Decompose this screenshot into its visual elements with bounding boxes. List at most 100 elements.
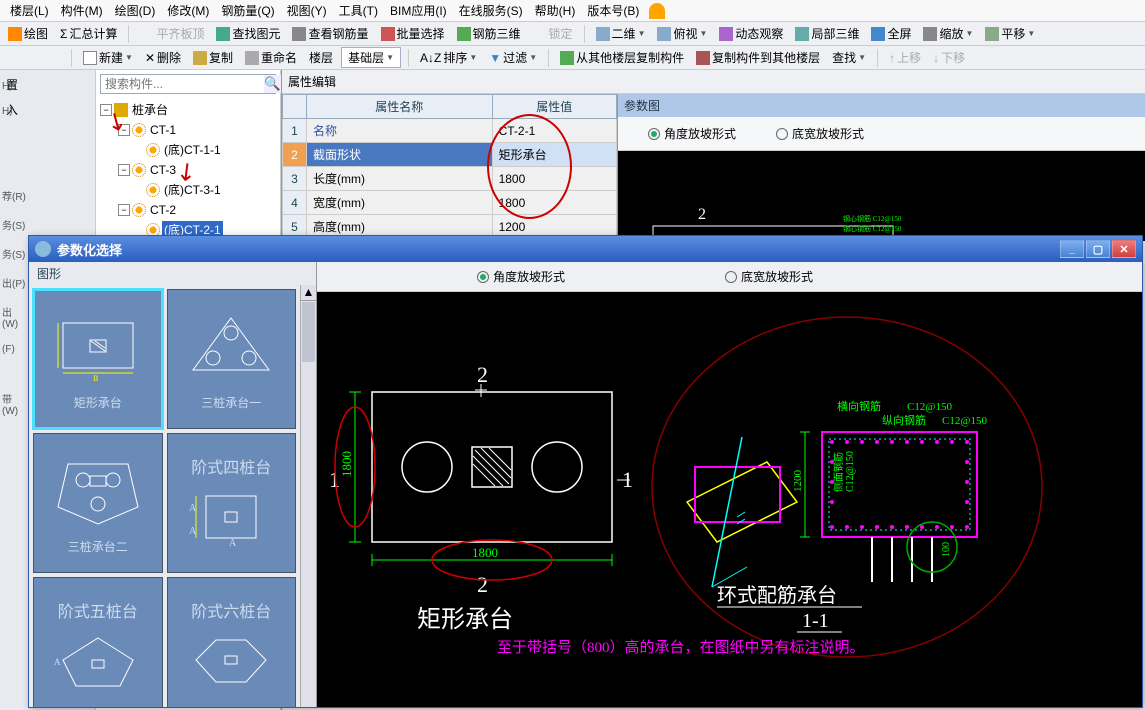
- menu-floor[interactable]: 楼层(L): [4, 0, 55, 21]
- svg-text:纵向钢筋: 纵向钢筋: [882, 413, 926, 427]
- pan-button[interactable]: 平移 ▼: [981, 23, 1039, 44]
- shape-tile-tri1[interactable]: 三桩承台一: [167, 289, 297, 429]
- base-floor-dropdown[interactable]: 基础层 ▼: [341, 47, 401, 68]
- rebar-3d-button[interactable]: 钢筋三维: [453, 23, 525, 44]
- menu-draw[interactable]: 绘图(D): [109, 0, 162, 21]
- preview-radio-bottom[interactable]: 底宽放坡形式: [725, 268, 813, 285]
- collapse-icon[interactable]: −: [118, 164, 130, 176]
- collapse-icon[interactable]: −: [118, 124, 130, 136]
- dialog-titlebar[interactable]: 参数化选择 _ ▢ ✕: [29, 236, 1142, 262]
- side-tab-4[interactable]: 务(S): [0, 240, 28, 267]
- table-row[interactable]: 4 宽度(mm) 1800: [283, 191, 617, 215]
- menu-version[interactable]: 版本号(B): [581, 0, 645, 21]
- summary-button[interactable]: Σ 汇总计算: [56, 23, 121, 44]
- flat-top-button[interactable]: 平齐板顶: [136, 23, 208, 44]
- menu-view[interactable]: 视图(Y): [281, 0, 333, 21]
- zoom-button[interactable]: 缩放 ▼: [919, 23, 977, 44]
- gear-icon: [132, 123, 146, 137]
- param-viewport[interactable]: 2 钢心钢筋 C12@150 钢心钢筋 C12@150: [618, 151, 1145, 241]
- gear-icon: [132, 163, 146, 177]
- tree-root[interactable]: − 桩承台: [100, 100, 276, 120]
- menu-bim[interactable]: BIM应用(I): [384, 0, 453, 21]
- menu-help[interactable]: 帮助(H): [529, 0, 582, 21]
- preview-radio-angle[interactable]: 角度放坡形式: [477, 268, 565, 285]
- find-button[interactable]: 查找 ▼: [828, 47, 870, 68]
- local-3d-button[interactable]: 局部三维: [791, 23, 863, 44]
- gear-icon: [132, 203, 146, 217]
- gear-icon: [146, 183, 160, 197]
- copy-to-other-button[interactable]: 复制构件到其他楼层: [692, 47, 824, 68]
- tree-ct2[interactable]: − CT-2: [100, 200, 276, 220]
- gallery-scrollbar[interactable]: ▲: [300, 285, 316, 707]
- shape-tile-step5[interactable]: 阶式五桩台 A: [33, 577, 163, 707]
- toolbar1: 绘图 Σ 汇总计算 平齐板顶 查找图元 查看钢筋量 批量选择 钢筋三维 锁定 二…: [0, 22, 1145, 46]
- radio-bottom-width-slope[interactable]: 底宽放坡形式: [776, 125, 864, 142]
- fullscreen-button[interactable]: 全屏: [867, 23, 915, 44]
- 2d-dropdown[interactable]: 二维 ▼: [592, 23, 650, 44]
- worker-icon[interactable]: [649, 3, 665, 19]
- move-up-button[interactable]: ↑ 上移: [885, 47, 925, 68]
- svg-text:B: B: [93, 374, 98, 383]
- preview-canvas[interactable]: 2 2 1 1 1800 1800 矩形承台: [317, 292, 1142, 707]
- maximize-button[interactable]: ▢: [1086, 240, 1110, 258]
- tree-ct3[interactable]: − CT-3: [100, 160, 276, 180]
- shape-tile-rect[interactable]: B 矩形承台: [33, 289, 163, 429]
- side-tab-3[interactable]: 务(S): [0, 211, 28, 238]
- svg-text:A: A: [229, 538, 237, 546]
- delete-button[interactable]: ✕ 删除: [141, 47, 185, 68]
- svg-text:2: 2: [477, 362, 488, 387]
- find-elem-button[interactable]: 查找图元: [212, 23, 284, 44]
- dynamic-observe-button[interactable]: 动态观察: [715, 23, 787, 44]
- menu-modify[interactable]: 修改(M): [161, 0, 215, 21]
- shape-tile-step4[interactable]: 阶式四桩台 A A A: [167, 433, 297, 573]
- shape-tile-tri2[interactable]: 三桩承台二: [33, 433, 163, 573]
- table-row[interactable]: 1 名称 CT-2-1: [283, 119, 617, 143]
- batch-select-button[interactable]: 批量选择: [377, 23, 449, 44]
- table-row-selected[interactable]: 2 截面形状 矩形承台: [283, 143, 617, 167]
- tree-ct1[interactable]: − CT-1: [100, 120, 276, 140]
- side-tab-6[interactable]: 出(W): [0, 298, 28, 336]
- svg-text:1200: 1200: [792, 470, 804, 493]
- search-input[interactable]: [101, 75, 264, 93]
- tree-ct3-child[interactable]: (底)CT-3-1: [100, 180, 276, 200]
- radio-angle-slope[interactable]: 角度放坡形式: [648, 125, 736, 142]
- view-rebar-button[interactable]: 查看钢筋量: [288, 23, 372, 44]
- svg-text:C12@150: C12@150: [942, 415, 987, 427]
- move-down-button[interactable]: ↓ 下移: [929, 47, 969, 68]
- copy-button[interactable]: 复制: [189, 47, 237, 68]
- side-tab-7[interactable]: (F): [0, 338, 28, 361]
- close-button[interactable]: ✕: [1112, 240, 1136, 258]
- menu-tool[interactable]: 工具(T): [333, 0, 384, 21]
- perspective-button[interactable]: 俯视 ▼: [653, 23, 711, 44]
- sort-button[interactable]: A↓Z 排序 ▼: [416, 47, 481, 68]
- side-tab-5[interactable]: 出(P): [0, 269, 28, 296]
- shape-tile-step6[interactable]: 阶式六桩台: [167, 577, 297, 707]
- table-row[interactable]: 3 长度(mm) 1800: [283, 167, 617, 191]
- svg-text:横向钢筋: 横向钢筋: [837, 399, 881, 413]
- menu-component[interactable]: 构件(M): [55, 0, 109, 21]
- side-tab-0[interactable]: H): [0, 75, 28, 98]
- svg-text:1800: 1800: [339, 451, 354, 477]
- lock-button[interactable]: 锁定: [529, 23, 577, 44]
- menu-rebar[interactable]: 钢筋量(Q): [215, 0, 280, 21]
- search-button[interactable]: 🔍: [264, 75, 281, 93]
- side-tab-8[interactable]: 带(W): [0, 385, 28, 423]
- copy-from-other-button[interactable]: 从其他楼层复制构件: [556, 47, 688, 68]
- side-tab-2[interactable]: 荐(R): [0, 182, 28, 209]
- menu-online[interactable]: 在线服务(S): [453, 0, 529, 21]
- menubar: 楼层(L) 构件(M) 绘图(D) 修改(M) 钢筋量(Q) 视图(Y) 工具(…: [0, 0, 1145, 22]
- filter-button[interactable]: ▼ 过滤 ▼: [485, 47, 541, 68]
- preview-area: 角度放坡形式 底宽放坡形式 2 2 1: [317, 262, 1142, 707]
- collapse-icon[interactable]: −: [100, 104, 112, 116]
- dialog-title: 参数化选择: [57, 240, 122, 259]
- collapse-icon[interactable]: −: [118, 204, 130, 216]
- svg-text:至于带括号（800）高的承台，在图纸中另有标注说明。: 至于带括号（800）高的承台，在图纸中另有标注说明。: [497, 639, 865, 656]
- property-editor-title: 属性编辑: [282, 70, 1145, 94]
- minimize-button[interactable]: _: [1060, 240, 1084, 258]
- draw-button[interactable]: 绘图: [4, 23, 52, 44]
- side-tab-1[interactable]: H): [0, 100, 28, 123]
- parametric-selection-dialog: 参数化选择 _ ▢ ✕ 图形 B: [28, 235, 1143, 708]
- tree-ct1-child[interactable]: (底)CT-1-1: [100, 140, 276, 160]
- rename-button[interactable]: 重命名: [241, 47, 301, 68]
- new-button[interactable]: 新建 ▼: [79, 47, 137, 68]
